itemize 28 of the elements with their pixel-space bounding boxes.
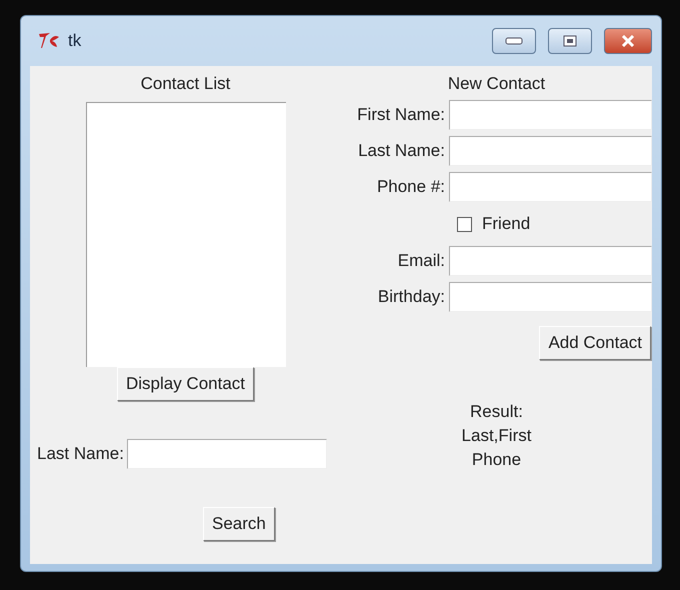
input-field[interactable] <box>126 439 327 469</box>
field-label: Last Name: <box>357 141 445 161</box>
input-field[interactable] <box>449 246 652 276</box>
search-button[interactable]: Search <box>203 507 275 541</box>
field-label: Birthday: <box>376 287 445 307</box>
close-icon <box>621 35 635 47</box>
checkbox[interactable] <box>457 216 472 232</box>
section-heading: Contact List <box>140 74 230 94</box>
minimize-icon <box>505 37 523 45</box>
add-contact-button[interactable]: Add Contact <box>539 326 651 360</box>
result-text: Result: Last,First Phone <box>462 401 532 471</box>
input-field[interactable] <box>449 282 652 312</box>
feather-icon <box>38 32 60 50</box>
field-label: Email: <box>396 251 445 271</box>
display-contact-button[interactable]: Display Contact <box>116 367 254 401</box>
input-field[interactable] <box>449 100 652 130</box>
field-label: First Name: <box>356 105 445 125</box>
maximize-icon <box>563 35 577 47</box>
window-title: tk <box>68 31 82 51</box>
checkbox-label: Friend <box>482 214 530 234</box>
field-label: Last Name: <box>37 444 124 464</box>
close-button[interactable] <box>604 28 652 54</box>
field-label: Phone #: <box>376 177 445 197</box>
maximize-button[interactable] <box>548 28 592 54</box>
input-field[interactable] <box>449 136 652 166</box>
minimize-button[interactable] <box>492 28 536 54</box>
input-field[interactable] <box>449 172 652 202</box>
section-heading: New Contact <box>448 74 546 94</box>
